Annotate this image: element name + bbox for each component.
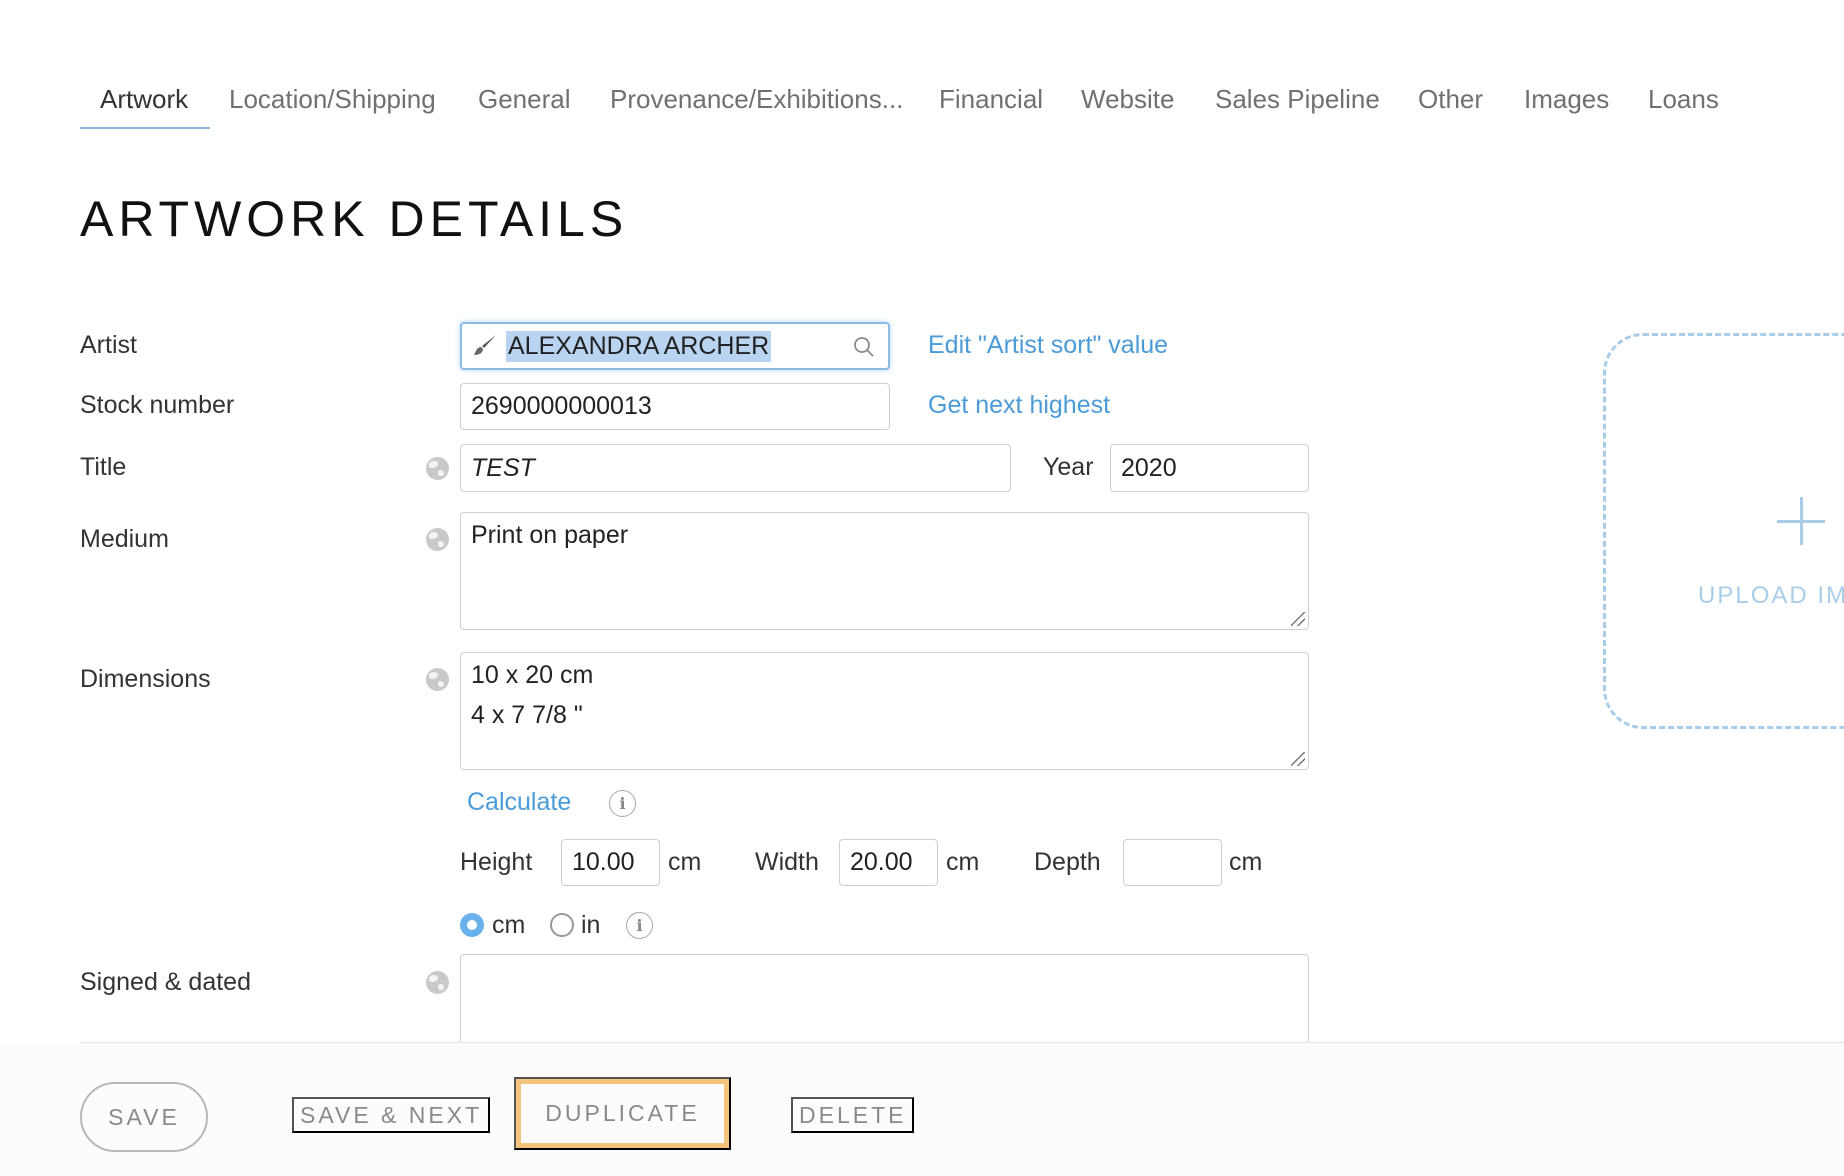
medium-label: Medium bbox=[80, 525, 169, 553]
medium-value: Print on paper bbox=[471, 521, 629, 549]
artist-input[interactable]: ALEXANDRA ARCHER bbox=[460, 322, 890, 370]
year-input[interactable]: 2020 bbox=[1110, 444, 1309, 492]
unit-cm-label[interactable]: cm bbox=[492, 911, 525, 940]
height-label: Height bbox=[460, 848, 533, 876]
dimensions-line-2: 4 x 7 7/8 " bbox=[471, 701, 583, 729]
stock-number-value: 2690000000013 bbox=[471, 392, 652, 420]
brush-icon bbox=[474, 335, 496, 355]
dimensions-textarea[interactable]: 10 x 20 cm 4 x 7 7/8 " bbox=[460, 652, 1309, 770]
stock-number-label: Stock number bbox=[80, 391, 235, 419]
tab-sales-pipeline[interactable]: Sales Pipeline bbox=[1215, 84, 1380, 115]
depth-input[interactable] bbox=[1123, 839, 1222, 886]
edit-artist-sort-link[interactable]: Edit "Artist sort" value bbox=[928, 331, 1168, 360]
year-value: 2020 bbox=[1121, 453, 1177, 482]
dimensions-label: Dimensions bbox=[80, 665, 211, 693]
search-icon[interactable] bbox=[852, 335, 876, 359]
resize-handle-icon[interactable] bbox=[1291, 612, 1305, 626]
height-unit: cm bbox=[668, 848, 702, 876]
get-next-highest-link[interactable]: Get next highest bbox=[928, 391, 1110, 420]
height-value: 10.00 bbox=[572, 848, 635, 876]
height-input[interactable]: 10.00 bbox=[561, 839, 660, 886]
signed-dated-textarea[interactable] bbox=[460, 954, 1309, 1054]
globe-icon[interactable] bbox=[426, 971, 449, 994]
save-next-button[interactable]: SAVE & NEXT bbox=[292, 1097, 491, 1133]
unit-in-label[interactable]: in bbox=[581, 911, 600, 940]
info-icon[interactable]: i bbox=[609, 790, 636, 817]
unit-in-radio[interactable] bbox=[550, 913, 574, 937]
tab-artwork[interactable]: Artwork bbox=[100, 84, 188, 115]
tab-location-shipping[interactable]: Location/Shipping bbox=[229, 84, 436, 115]
tab-general[interactable]: General bbox=[478, 84, 571, 115]
tab-financial[interactable]: Financial bbox=[939, 84, 1043, 115]
plus-icon-vertical bbox=[1800, 497, 1803, 545]
tab-provenance-exhibitions[interactable]: Provenance/Exhibitions... bbox=[610, 84, 903, 115]
tab-other[interactable]: Other bbox=[1418, 84, 1483, 115]
globe-icon[interactable] bbox=[426, 668, 449, 691]
width-label: Width bbox=[755, 848, 819, 876]
year-label: Year bbox=[1043, 453, 1094, 481]
resize-handle-icon[interactable] bbox=[1291, 752, 1305, 766]
info-icon[interactable]: i bbox=[626, 912, 653, 939]
medium-textarea[interactable]: Print on paper bbox=[460, 512, 1309, 630]
stock-number-input[interactable]: 2690000000013 bbox=[460, 383, 890, 430]
title-value: TEST bbox=[471, 453, 535, 482]
save-button[interactable]: SAVE bbox=[80, 1082, 208, 1152]
duplicate-button[interactable]: DUPLICATE bbox=[514, 1077, 731, 1150]
artist-value: ALEXANDRA ARCHER bbox=[506, 330, 772, 362]
depth-label: Depth bbox=[1034, 848, 1101, 876]
width-value: 20.00 bbox=[850, 848, 913, 876]
active-tab-underline bbox=[80, 127, 210, 129]
page-title: ARTWORK DETAILS bbox=[80, 191, 629, 247]
unit-cm-radio[interactable] bbox=[460, 913, 484, 937]
width-input[interactable]: 20.00 bbox=[839, 839, 938, 886]
tab-website[interactable]: Website bbox=[1081, 84, 1174, 115]
upload-image-label: UPLOAD IM bbox=[1698, 582, 1844, 609]
artist-label: Artist bbox=[80, 331, 137, 359]
globe-icon[interactable] bbox=[426, 528, 449, 551]
footer-divider bbox=[80, 1042, 1844, 1043]
upload-image-dropzone[interactable] bbox=[1603, 333, 1844, 729]
signed-dated-label: Signed & dated bbox=[80, 968, 251, 996]
delete-button[interactable]: DELETE bbox=[791, 1097, 915, 1133]
title-label: Title bbox=[80, 453, 127, 481]
width-unit: cm bbox=[946, 848, 980, 876]
title-input[interactable]: TEST bbox=[460, 444, 1011, 492]
depth-unit: cm bbox=[1229, 848, 1263, 876]
footer-bar bbox=[0, 1043, 1844, 1176]
tab-images[interactable]: Images bbox=[1524, 84, 1609, 115]
calculate-link[interactable]: Calculate bbox=[467, 788, 571, 817]
dimensions-line-1: 10 x 20 cm bbox=[471, 661, 594, 689]
globe-icon[interactable] bbox=[426, 457, 449, 480]
tab-loans[interactable]: Loans bbox=[1648, 84, 1719, 115]
